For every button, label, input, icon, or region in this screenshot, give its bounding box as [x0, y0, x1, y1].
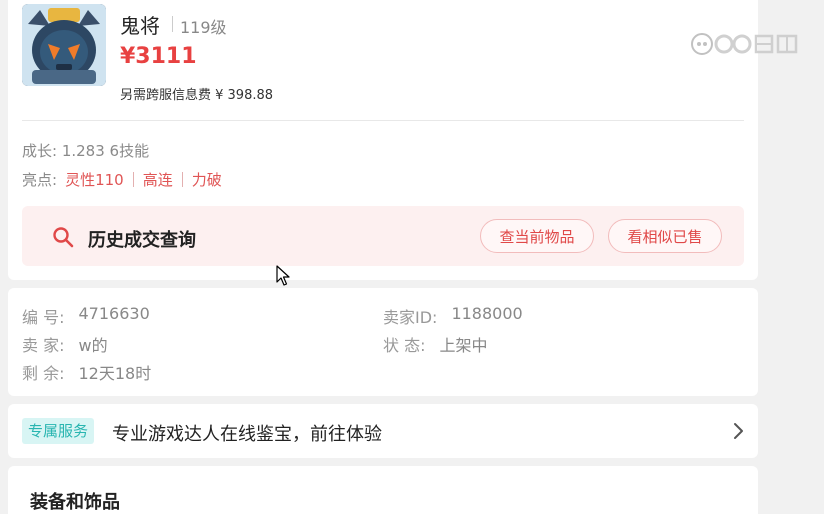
service-text: 专业游戏达人在线鉴宝，前往体验	[112, 424, 382, 445]
seller-id-label: 卖家ID:	[383, 308, 438, 327]
chevron-right-icon[interactable]	[732, 422, 744, 440]
highlight-separator	[181, 172, 183, 187]
remaining-value: 12天18时	[78, 364, 152, 383]
history-title: 历史成交查询	[88, 230, 196, 251]
listing-info-card: 编 号: 4716630 卖 家: w的 剩 余: 12天18时 卖家ID: 1…	[8, 288, 758, 396]
seller-id-value: 1188000	[451, 304, 523, 323]
cross-server-fee: 另需跨服信息费 ¥ 398.88	[120, 88, 274, 103]
remaining-label: 剩 余:	[22, 364, 65, 383]
view-similar-sold-button[interactable]: 看相似已售	[608, 219, 722, 253]
seller-value: w的	[78, 336, 108, 355]
equipment-card: 装备和饰品	[8, 466, 758, 514]
listing-id-value: 4716630	[78, 304, 150, 323]
listing-id: 编 号: 4716630	[22, 304, 150, 328]
status-label: 状 态:	[383, 336, 426, 355]
service-badge: 专属服务	[22, 418, 95, 444]
product-name: 鬼将	[120, 14, 160, 38]
search-icon	[53, 227, 74, 248]
seller-id: 卖家ID: 1188000	[383, 304, 523, 328]
status: 状 态: 上架中	[383, 332, 488, 356]
highlight-tag: 高连	[142, 171, 173, 189]
cc-live-watermark	[691, 33, 798, 55]
exclusive-service-card[interactable]: 专属服务 专业游戏达人在线鉴宝，前往体验	[8, 404, 758, 458]
ghost-general-icon[interactable]	[22, 4, 106, 86]
page: 鬼将 119级 ¥3111 另需跨服信息费 ¥ 398.88 成长: 1.283…	[0, 0, 824, 514]
history-query-panel[interactable]: 历史成交查询 查当前物品 看相似已售	[22, 206, 744, 266]
check-current-item-button[interactable]: 查当前物品	[480, 219, 594, 253]
product-level: 119级	[180, 18, 227, 37]
mouse-cursor-icon	[276, 265, 290, 286]
listing-id-label: 编 号:	[22, 308, 65, 327]
highlights: 亮点: 灵性110 高连 力破	[22, 169, 222, 190]
seller-label: 卖 家:	[22, 336, 65, 355]
highlight-separator	[132, 172, 134, 187]
divider	[22, 120, 744, 121]
highlight-tag: 灵性110	[65, 171, 124, 189]
seller: 卖 家: w的	[22, 332, 108, 356]
highlights-label: 亮点:	[22, 171, 58, 189]
equipment-title: 装备和饰品	[30, 492, 120, 513]
product-card: 鬼将 119级 ¥3111 另需跨服信息费 ¥ 398.88 成长: 1.283…	[8, 0, 758, 280]
product-price: ¥3111	[120, 44, 197, 69]
remaining-time: 剩 余: 12天18时	[22, 360, 151, 384]
growth-skills: 成长: 1.283 6技能	[22, 142, 150, 160]
highlight-tag: 力破	[191, 171, 222, 189]
status-value: 上架中	[439, 336, 488, 355]
level-divider	[172, 16, 173, 32]
